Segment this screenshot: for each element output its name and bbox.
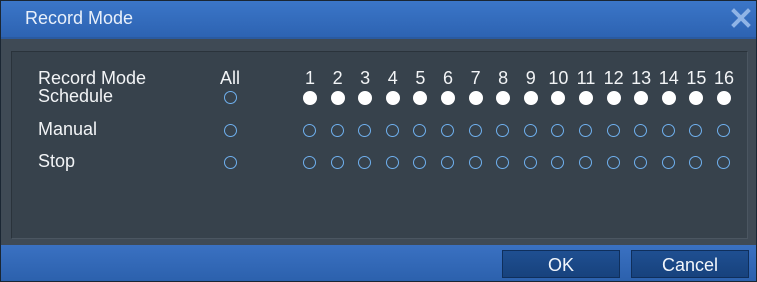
channel-radio[interactable] — [496, 124, 510, 137]
channel-radio[interactable] — [689, 156, 703, 169]
record-mode-grid: Record Mode All 1 2 3 4 5 6 7 8 9 10 11 12 13 14 15 16 Sch… — [11, 51, 748, 239]
cancel-button[interactable]: Cancel — [631, 250, 749, 278]
channel-radio[interactable] — [330, 124, 344, 137]
all-radio[interactable] — [224, 124, 237, 137]
channel-radio[interactable] — [717, 156, 730, 169]
channel-radio[interactable] — [551, 156, 565, 169]
channel-radio[interactable] — [468, 124, 482, 137]
channel-header: 14 — [658, 68, 679, 88]
channel-radio[interactable] — [634, 124, 648, 137]
channel-radio[interactable] — [634, 156, 648, 169]
channel-radio[interactable] — [330, 91, 345, 105]
channel-radio[interactable] — [385, 91, 400, 105]
channel-radio[interactable] — [717, 124, 730, 137]
channel-header: 3 — [360, 68, 371, 88]
channel-radio[interactable] — [330, 156, 344, 169]
channel-radio[interactable] — [413, 156, 427, 169]
channel-radio[interactable] — [441, 91, 455, 105]
channel-radio[interactable] — [303, 156, 316, 169]
channel-header: 12 — [603, 68, 624, 88]
channel-header: 11 — [576, 68, 596, 88]
channel-radio[interactable] — [385, 156, 399, 169]
all-column-header: All — [219, 68, 240, 88]
channel-radio[interactable] — [661, 91, 676, 105]
channel-radio[interactable] — [551, 124, 565, 137]
channel-radio[interactable] — [606, 124, 620, 137]
channel-header: 4 — [387, 68, 398, 88]
channel-header: 5 — [415, 68, 426, 88]
button-bar: OK Cancel — [1, 245, 756, 281]
channel-radio[interactable] — [661, 156, 675, 169]
channel-header: 16 — [713, 68, 735, 88]
channel-header: 7 — [470, 68, 481, 88]
channel-radio[interactable] — [689, 91, 704, 105]
channel-radio[interactable] — [689, 124, 703, 137]
channel-radio[interactable] — [661, 124, 675, 137]
channel-header: 6 — [442, 68, 453, 88]
all-radio[interactable] — [224, 156, 237, 169]
row-label-schedule: Schedule — [38, 86, 114, 106]
row-label-stop: Stop — [38, 151, 76, 171]
channel-radio[interactable] — [496, 156, 510, 169]
channel-radio[interactable] — [385, 124, 399, 137]
channel-header: 15 — [686, 68, 707, 88]
ok-button[interactable]: OK — [502, 250, 620, 278]
channel-header: 10 — [548, 68, 569, 88]
record-mode-dialog: Record Mode Record Mode All 1 2 3 4 5 6 7 8 9 10 11 1… — [0, 0, 757, 282]
channel-radio[interactable] — [634, 91, 649, 105]
channel-radio[interactable] — [413, 91, 428, 105]
channel-radio[interactable] — [523, 91, 538, 105]
channel-radio[interactable] — [441, 156, 454, 169]
row-label-manual: Manual — [38, 119, 98, 139]
channel-radio[interactable] — [358, 91, 373, 105]
channel-radio[interactable] — [606, 156, 620, 169]
channel-header: 2 — [332, 68, 343, 88]
close-icon[interactable] — [730, 7, 752, 29]
dialog-title: Record Mode — [25, 8, 134, 28]
channel-radio[interactable] — [523, 156, 537, 169]
channel-radio[interactable] — [441, 124, 454, 137]
channel-radio[interactable] — [579, 156, 592, 169]
channel-radio[interactable] — [413, 124, 427, 137]
channel-radio[interactable] — [551, 91, 566, 105]
channel-radio[interactable] — [358, 124, 372, 137]
title-bar: Record Mode — [1, 1, 756, 39]
channel-radio[interactable] — [606, 91, 621, 105]
channel-radio[interactable] — [303, 124, 316, 137]
channel-radio[interactable] — [717, 91, 731, 105]
channel-header: 13 — [631, 68, 652, 88]
all-radio[interactable] — [224, 91, 237, 104]
channel-radio[interactable] — [496, 91, 511, 105]
channel-radio[interactable] — [579, 91, 593, 105]
channel-header: 1 — [304, 68, 315, 88]
channel-radio[interactable] — [358, 156, 372, 169]
channel-radio[interactable] — [579, 124, 592, 137]
channel-radio[interactable] — [468, 156, 482, 169]
channel-radio[interactable] — [303, 91, 317, 105]
channel-radio[interactable] — [468, 91, 483, 105]
channel-header: 9 — [525, 68, 536, 88]
channel-radio[interactable] — [523, 124, 537, 137]
channel-header: 8 — [498, 68, 509, 88]
